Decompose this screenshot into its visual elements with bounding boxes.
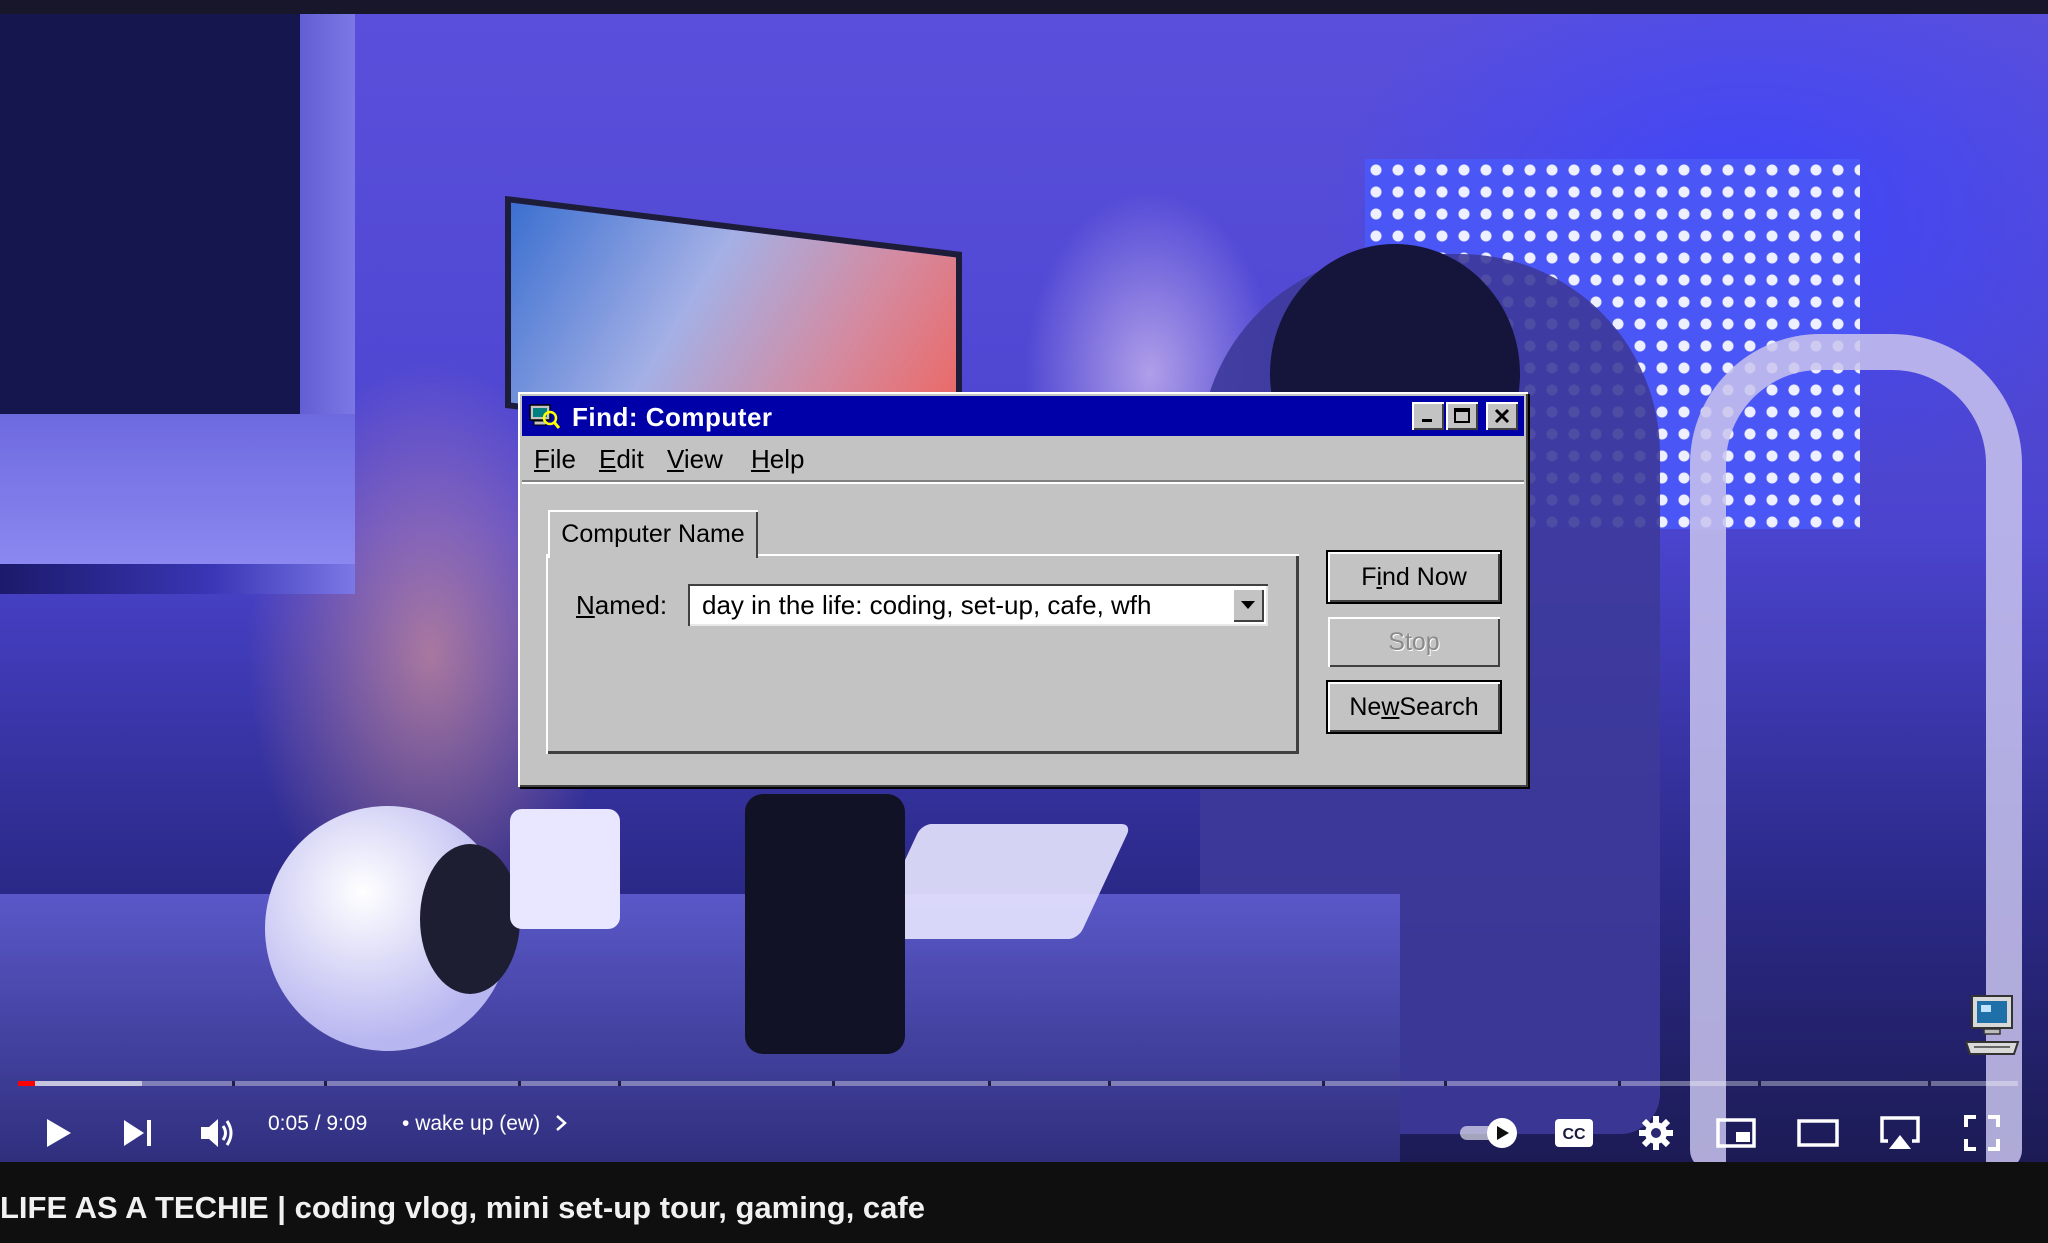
new-search-mnemonic: w [1381, 692, 1400, 721]
fullscreen-button[interactable] [1954, 1105, 2010, 1161]
named-dropdown-button[interactable] [1232, 588, 1264, 622]
new-search-pre: Ne [1349, 692, 1382, 721]
find-computer-icon [529, 404, 560, 429]
chapter-marker [1618, 1081, 1621, 1086]
menu-edit-label: dit [616, 444, 644, 474]
dialog-titlebar[interactable]: Find: Computer [522, 396, 1524, 436]
chapter-marker [988, 1081, 991, 1086]
new-search-button[interactable]: Ne w Search [1328, 682, 1500, 732]
scene-window-glass [0, 14, 300, 414]
autoplay-toggle[interactable] [1456, 1105, 1524, 1161]
find-computer-dialog: Find: Computer File Edit View Help Compu… [518, 392, 1528, 787]
menu-edit-mnemonic: E [599, 444, 617, 474]
fullscreen-icon [1964, 1115, 2000, 1151]
close-icon [1494, 408, 1510, 424]
menu-help-mnemonic: H [751, 444, 770, 474]
miniplayer-button[interactable] [1708, 1105, 1764, 1161]
menu-edit[interactable]: Edit [599, 444, 644, 475]
chapter-marker [1108, 1081, 1111, 1086]
chapter-marker [1758, 1081, 1761, 1086]
progress-bar[interactable] [18, 1081, 2018, 1086]
menu-view-mnemonic: V [667, 444, 684, 474]
menu-separator [522, 480, 1524, 484]
menu-bar: File Edit View Help [522, 438, 1524, 478]
retro-computer-icon [1964, 995, 2020, 1055]
svg-text:CC: CC [1562, 1126, 1586, 1143]
chapter-title[interactable]: • wake up (ew) [402, 1112, 568, 1136]
play-button[interactable] [30, 1105, 86, 1161]
dialog-title: Find: Computer [572, 402, 773, 432]
play-icon [47, 1119, 71, 1147]
theater-icon [1797, 1119, 1839, 1147]
chapter-marker [232, 1081, 235, 1086]
progress-buffered [18, 1081, 142, 1086]
cc-icon: CC [1555, 1119, 1593, 1147]
find-now-pre: F [1361, 562, 1377, 591]
named-combobox[interactable]: day in the life: coding, set-up, cafe, w… [688, 584, 1268, 626]
autoplay-toggle-icon [1460, 1118, 1517, 1148]
subtitles-button[interactable]: CC [1546, 1105, 1602, 1161]
menu-view[interactable]: View [667, 444, 723, 475]
maximize-icon [1454, 408, 1470, 423]
stop-button[interactable]: Stop [1328, 617, 1500, 667]
scene-robot-eye [420, 844, 520, 994]
close-button[interactable] [1486, 402, 1518, 430]
chevron-right-icon [556, 1115, 567, 1131]
find-now-button[interactable]: Fi nd Now [1328, 552, 1500, 602]
menu-help-label: elp [769, 444, 805, 474]
menu-view-label: iew [683, 444, 723, 474]
tab-computer-name[interactable]: Computer Name [548, 510, 758, 558]
menu-file-mnemonic: F [534, 444, 550, 474]
next-icon [124, 1120, 151, 1146]
menu-file-label: ile [549, 444, 576, 474]
time-display: 0:05 / 9:09 [268, 1112, 368, 1135]
menu-help[interactable]: Help [751, 444, 804, 475]
gear-icon [1639, 1116, 1673, 1150]
scene-window-sill [0, 414, 355, 564]
named-label-text: amed: [594, 590, 668, 620]
chapter-marker [832, 1081, 835, 1086]
chapter-marker [1444, 1081, 1447, 1086]
minimize-icon [1422, 419, 1432, 422]
new-search-post: Search [1399, 692, 1479, 721]
mute-button[interactable] [190, 1105, 246, 1161]
volume-icon [201, 1119, 233, 1147]
chapter-marker [518, 1081, 521, 1086]
miniplayer-icon [1716, 1118, 1756, 1148]
maximize-button[interactable] [1446, 402, 1478, 430]
named-label-mnemonic: N [576, 590, 595, 620]
chapter-marker [1928, 1081, 1931, 1086]
scene-tumbler [745, 794, 905, 1054]
named-label: Named: [576, 590, 667, 621]
next-button[interactable] [110, 1105, 166, 1161]
chapter-separator-icon: • [402, 1112, 416, 1135]
airplay-button[interactable] [1872, 1105, 1928, 1161]
chapter-marker [618, 1081, 621, 1086]
find-now-post: nd Now [1382, 562, 1467, 591]
menu-file[interactable]: File [534, 444, 576, 475]
scene-mini-pc [510, 809, 620, 929]
video-title: LIFE AS A TECHIE | coding vlog, mini set… [0, 1190, 925, 1225]
chapter-marker [1322, 1081, 1325, 1086]
settings-button[interactable] [1628, 1105, 1684, 1161]
named-input-value[interactable]: day in the life: coding, set-up, cafe, w… [702, 590, 1151, 621]
minimize-button[interactable] [1412, 402, 1444, 430]
dropdown-arrow-icon [1241, 601, 1255, 609]
theater-mode-button[interactable] [1790, 1105, 1846, 1161]
airplay-icon [1880, 1116, 1920, 1149]
progress-played [18, 1081, 35, 1086]
top-bar [0, 0, 2048, 14]
chapter-marker [324, 1081, 327, 1086]
chapter-label: wake up (ew) [415, 1112, 541, 1135]
